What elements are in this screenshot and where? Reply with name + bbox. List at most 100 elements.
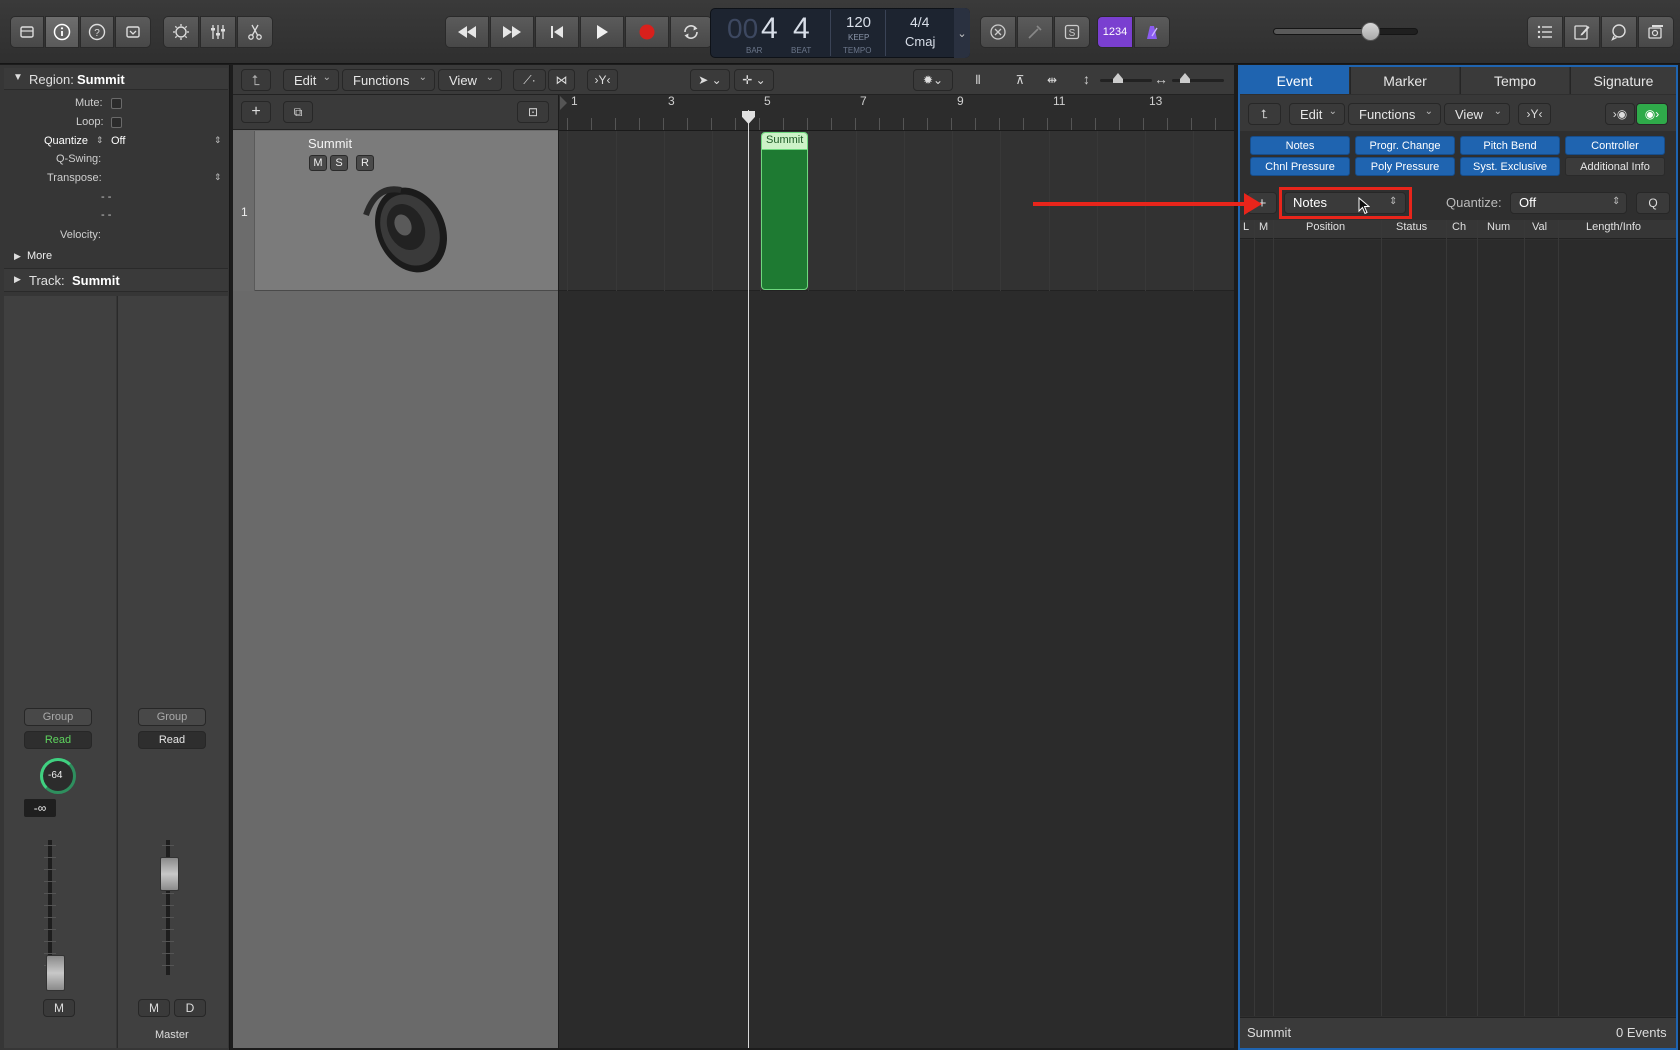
track-record-button[interactable]: R (356, 155, 374, 171)
quick-help-button[interactable]: ? (80, 16, 114, 48)
disclosure-right-icon[interactable]: ▶ (14, 251, 21, 262)
toolbar-button[interactable] (115, 16, 151, 48)
forward-button[interactable] (490, 16, 534, 48)
tuner-button[interactable] (1017, 16, 1053, 48)
filter-pitch-bend[interactable]: Pitch Bend (1460, 136, 1560, 155)
functions-menu[interactable]: Functions ⌄ (342, 69, 435, 91)
dim-button[interactable]: D (174, 999, 206, 1017)
lcd-signature[interactable]: 4/4 (910, 14, 929, 30)
mixer-button[interactable] (200, 16, 236, 48)
catch-filter-button[interactable]: ›Y‹ (587, 69, 618, 91)
browsers-button[interactable] (1638, 16, 1674, 48)
automation-mode[interactable]: Read (24, 731, 92, 749)
list-editors-button[interactable] (1527, 16, 1563, 48)
snap-settings-button[interactable]: ✹⌄ (913, 69, 953, 91)
vertical-zoom-slider[interactable] (1100, 79, 1152, 82)
lcd-tempo[interactable]: 120 (846, 14, 871, 31)
view-menu[interactable]: View ⌄ (438, 69, 502, 91)
pointer-tool-menu[interactable]: ➤ ⌄ (690, 69, 730, 91)
filter-controller[interactable]: Controller (1565, 136, 1665, 155)
filter-sysex[interactable]: Syst. Exclusive (1460, 157, 1560, 176)
automation-button[interactable]: ⟋· (513, 69, 546, 91)
quantize-popup-icon[interactable]: ⇕ (214, 135, 222, 146)
mute-button[interactable]: M (138, 999, 170, 1017)
playhead[interactable] (748, 110, 749, 1048)
track-mute-button[interactable]: M (309, 155, 327, 171)
catch-filter-button[interactable]: ›Y‹ (1518, 103, 1551, 125)
column-lock[interactable]: L (1243, 221, 1249, 233)
midi-region[interactable] (761, 132, 808, 290)
metronome-button[interactable] (1134, 16, 1170, 48)
column-number[interactable]: Num (1487, 221, 1510, 233)
event-list[interactable] (1240, 240, 1676, 1016)
more-label[interactable]: More (27, 250, 52, 262)
column-length-info[interactable]: Length/Info (1586, 221, 1641, 233)
loop-browser-button[interactable] (1601, 16, 1637, 48)
mute-button[interactable]: M (43, 999, 75, 1017)
smart-controls-button[interactable] (163, 16, 199, 48)
track-solo-button[interactable]: S (330, 155, 348, 171)
play-button[interactable] (580, 16, 624, 48)
cycle-button[interactable] (670, 16, 712, 48)
back-button[interactable]: ⮤ (241, 69, 271, 91)
tab-marker[interactable]: Marker (1350, 67, 1459, 94)
quantize-stepper-icon[interactable]: ⇕ (96, 135, 104, 146)
secondary-tool-menu[interactable]: ✛ ⌄ (734, 69, 774, 91)
functions-menu[interactable]: Functions ⌄ (1348, 103, 1441, 125)
region-name[interactable]: Summit (77, 72, 125, 87)
mute-checkbox[interactable] (111, 98, 122, 109)
column-channel[interactable]: Ch (1452, 221, 1466, 233)
quantize-value[interactable]: Off (111, 135, 125, 147)
rewind-button[interactable] (445, 16, 489, 48)
duplicate-track-button[interactable]: ⧉ (283, 101, 313, 123)
tab-signature[interactable]: Signature (1570, 67, 1676, 94)
filter-program-change[interactable]: Progr. Change (1355, 136, 1455, 155)
disclosure-down-icon[interactable]: ▼ (13, 72, 23, 83)
transpose-stepper-icon[interactable]: ⇕ (214, 172, 222, 183)
count-in-button[interactable]: 1234 (1097, 16, 1133, 48)
master-fader-handle[interactable] (160, 857, 179, 891)
disclosure-right-icon[interactable]: ▶ (14, 274, 21, 285)
filter-channel-pressure[interactable]: Chnl Pressure (1250, 157, 1350, 176)
solo-button[interactable]: S (1054, 16, 1090, 48)
vertical-fit-button[interactable]: ⊼ (1007, 69, 1033, 91)
notepad-button[interactable] (1564, 16, 1600, 48)
horizontal-zoom-slider[interactable] (1172, 79, 1224, 82)
column-status[interactable]: Status (1396, 221, 1427, 233)
track-name[interactable]: Summit (72, 273, 120, 288)
track-name-label[interactable]: Summit (308, 136, 352, 151)
editors-button[interactable] (237, 16, 273, 48)
column-position[interactable]: Position (1306, 221, 1345, 233)
inspector-button[interactable] (45, 16, 79, 48)
column-mute[interactable]: M (1259, 221, 1268, 233)
tab-event[interactable]: Event (1240, 67, 1349, 94)
edit-menu[interactable]: Edit ⌄ (283, 69, 339, 91)
group-slot[interactable]: Group (24, 708, 92, 726)
master-volume-knob[interactable] (1361, 22, 1380, 41)
back-button[interactable]: ⮤ (1248, 103, 1281, 125)
tab-tempo[interactable]: Tempo (1460, 67, 1569, 94)
edit-menu[interactable]: Edit ⌄ (1289, 103, 1345, 125)
filter-poly-pressure[interactable]: Poly Pressure (1355, 157, 1455, 176)
lcd-key[interactable]: Cmaj (905, 34, 935, 49)
horizontal-fit-button[interactable]: ⇹ (1039, 69, 1065, 91)
midi-in-button[interactable]: ›◉ (1605, 103, 1635, 125)
filter-notes[interactable]: Notes (1250, 136, 1350, 155)
automation-mode[interactable]: Read (138, 731, 206, 749)
lcd-dropdown-button[interactable]: ⌄ (954, 8, 970, 58)
library-button[interactable] (10, 16, 44, 48)
loop-checkbox[interactable] (111, 117, 122, 128)
group-slot[interactable]: Group (138, 708, 206, 726)
add-track-button[interactable]: + (241, 101, 271, 123)
view-menu[interactable]: View ⌄ (1444, 103, 1510, 125)
global-tracks-button[interactable]: ⊡ (517, 101, 549, 123)
midi-out-button[interactable]: ◉› (1636, 103, 1668, 125)
quantize-q-button[interactable]: Q (1636, 192, 1670, 214)
filter-additional-info[interactable]: Additional Info (1565, 157, 1665, 176)
replace-button[interactable] (980, 16, 1016, 48)
flex-button[interactable]: ⋈ (548, 69, 575, 91)
waveform-zoom-button[interactable]: ⦀ (964, 69, 992, 91)
volume-readout[interactable]: -∞ (24, 799, 56, 817)
column-value[interactable]: Val (1532, 221, 1547, 233)
volume-fader-handle[interactable] (46, 955, 65, 991)
